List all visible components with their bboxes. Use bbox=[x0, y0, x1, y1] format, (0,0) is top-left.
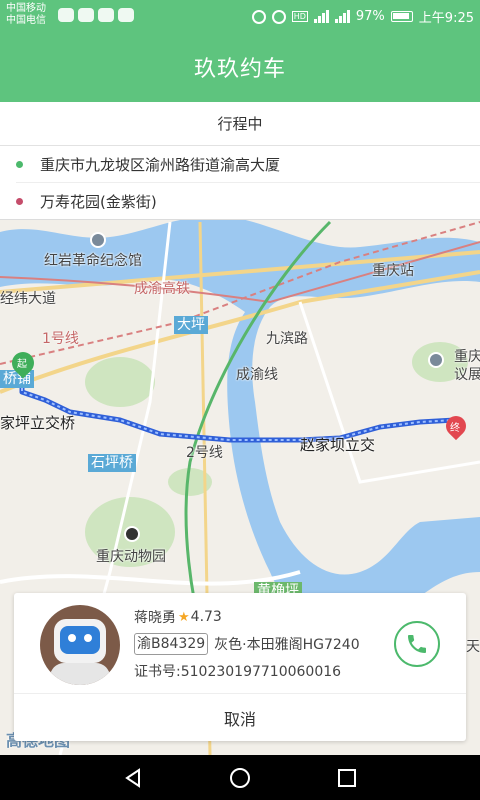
poi-icon bbox=[90, 232, 106, 248]
carrier-2: 中国电信 bbox=[6, 15, 46, 26]
location-icon bbox=[251, 9, 266, 24]
map-label-xiejia: 家坪立交桥 bbox=[0, 414, 76, 432]
destination-dot-icon bbox=[16, 198, 23, 205]
panda-icon bbox=[124, 526, 140, 542]
map-label-station: 重庆站 bbox=[372, 263, 414, 279]
map-label-chengyu: 成渝高铁 bbox=[134, 281, 190, 297]
status-bar: 中国移动 中国电信 HD 97% 上午9:25 bbox=[0, 0, 480, 32]
trip-status-bar: 行程中 bbox=[0, 102, 480, 146]
map-label-right-top: 重庆 bbox=[454, 349, 480, 365]
car-description: 灰色·本田雅阁HG7240 bbox=[214, 637, 360, 653]
map-label-zoo: 重庆动物园 bbox=[96, 549, 166, 565]
destination-address: 万寿花园(金紫街) bbox=[40, 193, 157, 211]
system-nav-bar bbox=[0, 755, 480, 800]
driver-avatar bbox=[40, 605, 120, 685]
app-title: 玖玖约车 bbox=[193, 57, 286, 82]
map-label-chengyu-road: 成渝线 bbox=[236, 367, 278, 383]
carrier-info: 中国移动 中国电信 bbox=[6, 3, 46, 27]
poi-icon-2 bbox=[428, 352, 444, 368]
alarm-icon bbox=[271, 9, 286, 24]
notification-icons bbox=[58, 8, 134, 22]
license-plate: 渝B84329 bbox=[134, 633, 209, 655]
end-marker-label: 终 bbox=[450, 423, 460, 434]
map-label-hongyan: 红岩革命纪念馆 bbox=[44, 253, 142, 269]
battery-percent: 97% bbox=[355, 9, 385, 24]
title-bar: 玖玖约车 bbox=[0, 32, 480, 102]
robot-body bbox=[50, 663, 110, 685]
phone-icon bbox=[408, 635, 426, 653]
clock: 上午9:25 bbox=[418, 11, 474, 26]
route-destination[interactable]: 万寿花园(金紫街) bbox=[16, 183, 157, 220]
call-driver-button[interactable] bbox=[394, 621, 440, 667]
driver-card: 蒋晓勇 ★ 4.73 渝B84329 灰色·本田雅阁HG7240 证书号:510… bbox=[14, 593, 466, 741]
route-origin[interactable]: 重庆市九龙坡区渝州路街道渝高大厦 bbox=[16, 146, 480, 183]
recents-button[interactable] bbox=[335, 766, 359, 790]
star-icon: ★ bbox=[178, 609, 190, 625]
map-label-shiping: 石坪桥 bbox=[88, 454, 136, 472]
back-triangle-icon bbox=[125, 768, 140, 788]
robot-face bbox=[60, 626, 100, 654]
hd-icon: HD bbox=[291, 11, 308, 22]
map-label-right-top2: 议展 bbox=[454, 367, 480, 383]
map-label-jiuwei: 九滨路 bbox=[266, 331, 308, 347]
map-label-line2: 2号线 bbox=[186, 445, 223, 461]
chat-icon bbox=[78, 8, 94, 22]
map-label-line1: 1号线 bbox=[42, 331, 79, 347]
driver-info-row: 蒋晓勇 ★ 4.73 bbox=[134, 607, 222, 627]
signal-icon-2 bbox=[334, 10, 350, 23]
route-card: 重庆市九龙坡区渝州路街道渝高大厦 万寿花园(金紫街) bbox=[0, 146, 480, 220]
start-marker-label: 起 bbox=[17, 359, 27, 370]
map-label-zhaojiaba: 赵家坝立交 bbox=[300, 436, 376, 454]
trip-status-text: 行程中 bbox=[217, 115, 263, 133]
status-right: HD 97% 上午9:25 bbox=[251, 7, 474, 26]
location-app-icon bbox=[118, 8, 134, 22]
car-info-row: 渝B84329 灰色·本田雅阁HG7240 bbox=[134, 633, 360, 655]
robot-eye-right bbox=[84, 634, 92, 642]
signal-icon bbox=[313, 10, 329, 23]
driver-name: 蒋晓勇 bbox=[134, 610, 176, 626]
map-label-jiawei: 经纬大道 bbox=[0, 291, 56, 307]
cancel-button[interactable]: 取消 bbox=[14, 693, 466, 741]
wechat-icon bbox=[98, 8, 114, 22]
home-circle-icon bbox=[230, 768, 250, 788]
recents-square-icon bbox=[338, 769, 356, 787]
map-label-dapin: 大坪 bbox=[174, 316, 208, 334]
back-button[interactable] bbox=[121, 766, 145, 790]
origin-dot-icon bbox=[16, 160, 23, 168]
driver-rating: 4.73 bbox=[190, 609, 222, 625]
carrier-1: 中国移动 bbox=[6, 3, 46, 14]
map-label-right-edge: 天 bbox=[466, 639, 480, 655]
origin-address: 重庆市九龙坡区渝州路街道渝高大厦 bbox=[40, 155, 281, 174]
battery-icon bbox=[390, 11, 413, 22]
notification-icon bbox=[58, 8, 74, 22]
robot-eye-left bbox=[68, 634, 76, 642]
driver-certificate: 证书号:510230197710060016 bbox=[134, 664, 342, 680]
home-button[interactable] bbox=[228, 766, 252, 790]
robot-head bbox=[54, 619, 106, 663]
